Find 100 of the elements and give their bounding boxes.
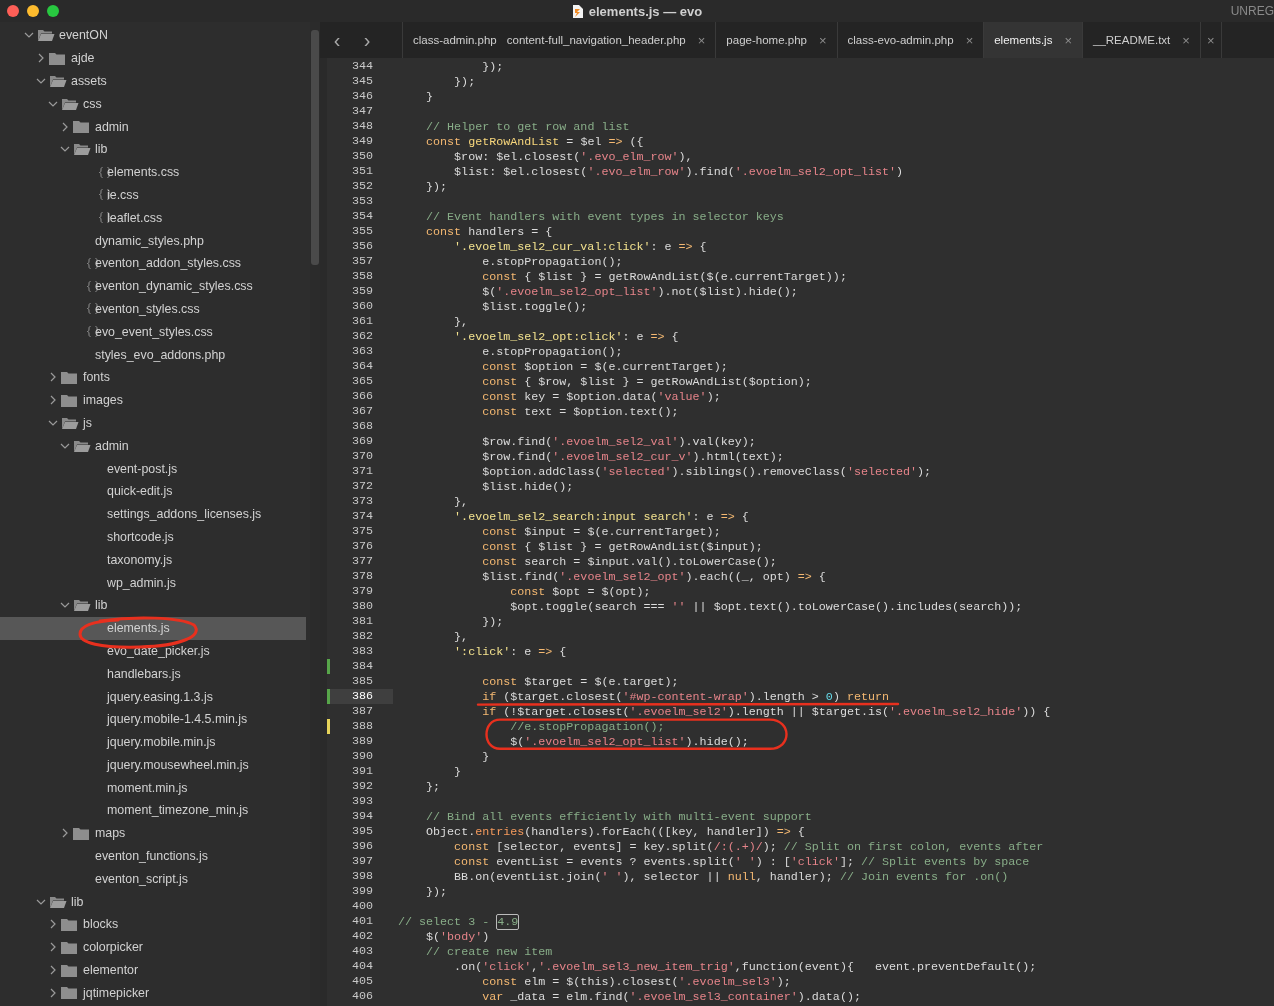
tree-item[interactable]: jqtimepicker	[0, 981, 306, 1005]
tree-item[interactable]: moment.min.js	[0, 776, 306, 800]
code-line: const $opt = $(opt);	[510, 585, 651, 598]
tree-item[interactable]: ie.css	[0, 183, 306, 207]
scrollbar-thumb[interactable]	[311, 30, 319, 265]
tree-item[interactable]: evo_date_picker.js	[0, 639, 306, 663]
close-tab-button[interactable]: ×	[697, 32, 706, 48]
code-line: //e.stopPropagation();	[510, 720, 665, 733]
line-number: 391	[350, 764, 374, 779]
tree-item[interactable]: maps	[0, 821, 306, 845]
minimize-window-button[interactable]	[27, 5, 39, 17]
tree-item[interactable]: assets	[0, 69, 306, 93]
tree-item[interactable]: elements.css	[0, 160, 306, 184]
chevron-right-icon[interactable]	[48, 987, 58, 998]
tree-item[interactable]: eventON	[0, 24, 306, 47]
window-title: elements.js — evo	[588, 3, 703, 19]
tree-item[interactable]: fonts	[0, 365, 306, 389]
file-tab[interactable]: content-full_navigation_header.php ×	[496, 22, 717, 58]
tree-item[interactable]: admin	[0, 434, 306, 458]
tree-item[interactable]: lib	[0, 593, 306, 617]
chevron-right-icon[interactable]	[36, 53, 46, 64]
tree-item[interactable]: colorpicker	[0, 935, 306, 959]
tree-item[interactable]: jquery.easing.1.3.js	[0, 685, 306, 708]
code-line: BB.on(eventList.join(' '), selector || null, handler); // Join events for .on()	[454, 870, 1009, 883]
chevron-right-icon[interactable]	[48, 965, 58, 976]
line-number: 356	[350, 239, 374, 254]
back-button[interactable]: ‹	[324, 22, 350, 58]
chevron-down-icon[interactable]	[36, 76, 46, 86]
line-number: 385	[350, 674, 374, 689]
tree-item[interactable]: handlebars.js	[0, 662, 306, 686]
close-window-button[interactable]	[7, 5, 19, 17]
code-line: const { $list } = getRowAndList($input);	[482, 540, 763, 553]
folder-icon	[73, 120, 89, 134]
tree-item[interactable]: eventon_functions.js	[0, 844, 306, 868]
tree-item[interactable]: styles_evo_addons.php	[0, 343, 306, 366]
tree-item[interactable]: quick-edit.js	[0, 479, 306, 503]
line-number: 387	[350, 704, 374, 719]
code-line: }	[482, 750, 490, 763]
tree-item[interactable]: blocks	[0, 913, 306, 936]
tree-item[interactable]: lib	[0, 890, 306, 914]
tree-item[interactable]: lib	[0, 138, 306, 161]
tree-item[interactable]: event-post.js	[0, 457, 306, 480]
file-tab[interactable]: class-admin.php	[403, 22, 497, 58]
line-number: 379	[350, 584, 374, 599]
close-tab-button[interactable]: ×	[965, 32, 974, 48]
close-tab-button[interactable]: ×	[1182, 32, 1190, 48]
chevron-right-icon[interactable]	[60, 828, 70, 839]
chevron-right-icon[interactable]	[48, 919, 58, 930]
close-tab-button[interactable]: ×	[1064, 32, 1072, 48]
tree-item[interactable]: jquery.mousewheel.min.js	[0, 753, 306, 777]
code-line: const $target = $(e.target);	[482, 675, 679, 688]
line-number: 406	[350, 989, 374, 1004]
tree-item[interactable]: js	[0, 411, 306, 435]
code-line: $row.find('.evoelm_sel2_cur_v').html(text);	[482, 450, 784, 463]
file-tab[interactable]: ×	[1200, 22, 1222, 58]
tree-item[interactable]: wp_admin.js	[0, 571, 306, 594]
code-line: // Event handlers with event types in selector keys	[426, 210, 784, 223]
tree-item[interactable]: elements.js	[0, 616, 306, 640]
line-number: 360	[350, 299, 374, 314]
code-line: const elm = $(this).closest('.evoelm_sel3');	[482, 975, 791, 988]
code-line: },	[454, 630, 469, 643]
tree-item[interactable]: evo_event_styles.css	[0, 320, 306, 344]
tree-item[interactable]: eventon_dynamic_styles.css	[0, 274, 306, 298]
file-tab[interactable]: page-home.php ×	[716, 22, 838, 58]
chevron-right-icon[interactable]	[48, 942, 58, 953]
tree-item[interactable]: ajde	[0, 46, 306, 70]
file-tab[interactable]: elements.js ×	[984, 22, 1083, 58]
code-line: e.stopPropagation();	[482, 255, 623, 268]
tree-item[interactable]: eventon_script.js	[0, 867, 306, 891]
line-number: 399	[350, 884, 374, 899]
tree-item[interactable]: taxonomy.js	[0, 548, 306, 572]
tree-item[interactable]: leaflet.css	[0, 206, 306, 230]
code-line: if (!$target.closest('.evoelm_sel2').length || $target.is('.evoelm_sel2_hide')) {	[482, 705, 1051, 718]
chevron-right-icon[interactable]	[48, 395, 58, 406]
tree-item[interactable]: dynamic_styles.php	[0, 229, 306, 252]
tree-item[interactable]: settings_addons_licenses.js	[0, 502, 306, 526]
line-number: 355	[350, 224, 374, 239]
folder-icon	[61, 917, 77, 931]
line-number: 398	[350, 869, 374, 884]
code-line: // create new item	[426, 945, 553, 958]
change-marker	[327, 689, 330, 704]
tree-item[interactable]: jquery.mobile-1.4.5.min.js	[0, 707, 306, 731]
zoom-window-button[interactable]	[47, 5, 59, 17]
close-tab-button[interactable]: ×	[818, 32, 827, 48]
tree-item[interactable]: moment_timezone_min.js	[0, 799, 306, 822]
chevron-right-icon[interactable]	[48, 372, 58, 383]
tree-item[interactable]: css	[0, 92, 306, 116]
tree-item[interactable]: eventon_addon_styles.css	[0, 251, 306, 275]
folder-icon	[49, 51, 65, 65]
tree-item[interactable]: elementor	[0, 958, 306, 982]
forward-button[interactable]: ›	[354, 22, 380, 58]
file-tab[interactable]: __README.txt ×	[1083, 22, 1201, 58]
tree-item[interactable]: admin	[0, 115, 306, 138]
close-tab-button[interactable]: ×	[1206, 32, 1215, 48]
tree-item[interactable]: shortcode.js	[0, 525, 306, 549]
tree-item[interactable]: eventon_styles.css	[0, 297, 306, 321]
chevron-right-icon[interactable]	[60, 121, 70, 132]
tree-item[interactable]: images	[0, 388, 306, 412]
line-number: 347	[350, 104, 374, 119]
tree-item[interactable]: jquery.mobile.min.js	[0, 730, 306, 754]
